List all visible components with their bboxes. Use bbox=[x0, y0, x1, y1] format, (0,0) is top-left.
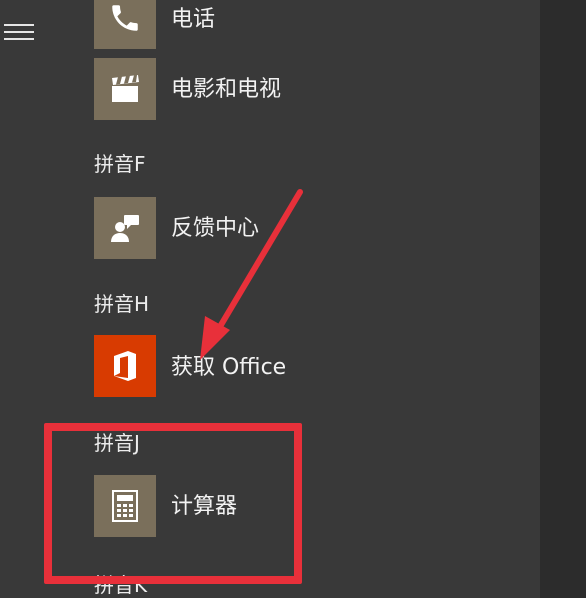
app-label-movies-tv: 电影和电视 bbox=[171, 77, 282, 102]
app-label-get-office: 获取 Office bbox=[171, 355, 287, 380]
app-label-phone: 电话 bbox=[171, 7, 216, 32]
app-label-feedback-hub: 反馈中心 bbox=[171, 216, 260, 241]
annotation-arrow-icon bbox=[200, 189, 303, 360]
group-header-k[interactable]: 拼音K bbox=[94, 572, 147, 598]
film-clapper-icon bbox=[94, 58, 156, 120]
group-header-h[interactable]: 拼音H bbox=[94, 291, 149, 317]
phone-icon bbox=[94, 0, 156, 49]
group-header-j[interactable]: 拼音J bbox=[94, 430, 140, 456]
start-menu-app-list: 电话 电影和电视 拼音F 反馈中心 拼音H 获取 Office 拼音J 计算器 … bbox=[0, 0, 586, 598]
app-label-calculator: 计算器 bbox=[171, 494, 238, 519]
office-logo-icon bbox=[94, 335, 156, 397]
tile-area-edge bbox=[540, 0, 586, 598]
group-header-f[interactable]: 拼音F bbox=[94, 151, 146, 177]
hamburger-menu-icon[interactable] bbox=[4, 24, 34, 44]
feedback-hub-icon bbox=[94, 197, 156, 259]
calculator-icon bbox=[94, 475, 156, 537]
